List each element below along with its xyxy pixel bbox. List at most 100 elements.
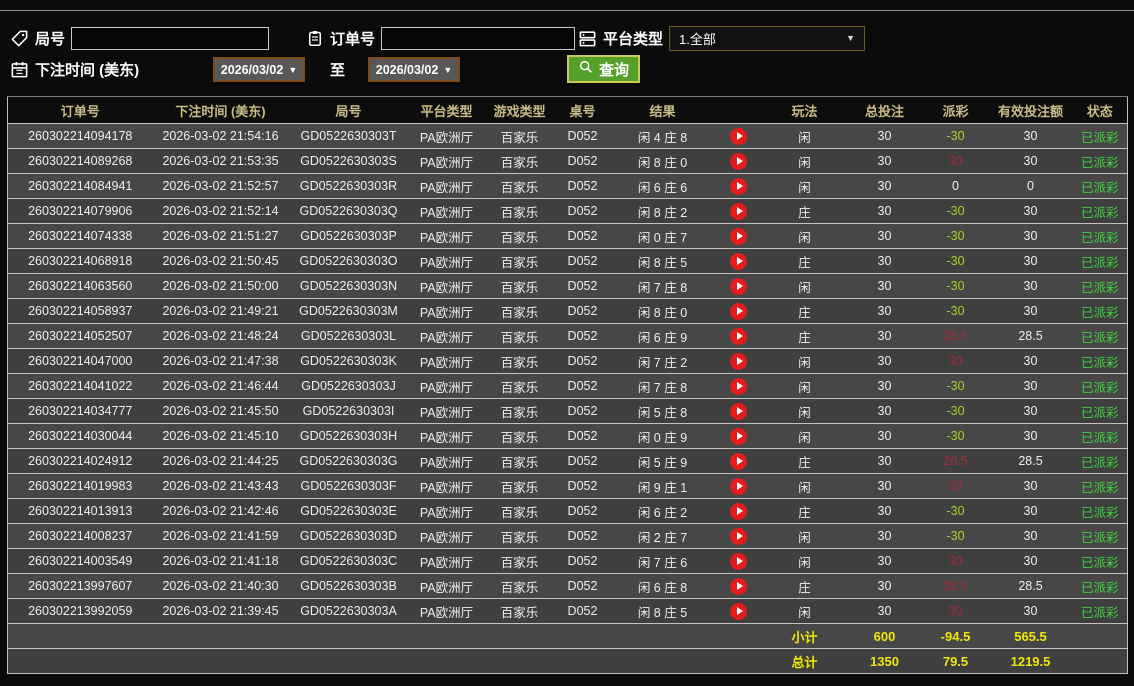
round-no-label: 局号 [35, 30, 66, 48]
col-platform-type: 平台类型 [408, 96, 485, 124]
col-replay [714, 96, 763, 124]
replay-icon[interactable] [730, 377, 747, 395]
result-cell: 闲 2 庄 7 [610, 523, 715, 549]
status-cell: 已派彩 [1072, 273, 1128, 299]
result-cell: 闲 5 庄 9 [610, 448, 715, 474]
valid-bet-cell: 30 [988, 523, 1073, 549]
replay-icon[interactable] [730, 302, 747, 320]
valid-bet-cell: 30 [988, 223, 1073, 249]
order-no-filter: 订单号 [306, 25, 576, 51]
round-cell: GD0522630303I [288, 398, 409, 424]
total-bet-cell: 30 [846, 248, 923, 274]
replay-icon[interactable] [730, 477, 747, 495]
time-cell: 2026-03-02 21:45:10 [152, 423, 289, 449]
status-cell: 已派彩 [1072, 148, 1128, 174]
order-cell: 260302214019983 [7, 473, 153, 499]
order-no-input[interactable] [381, 26, 576, 50]
table-no-cell: D052 [554, 448, 611, 474]
date-to-picker[interactable]: 2026/03/02 ▼ [368, 57, 460, 82]
table-no-cell: D052 [554, 498, 611, 524]
replay-icon[interactable] [730, 127, 747, 145]
round-cell: GD0522630303C [288, 548, 409, 574]
table-row: 260302214013913 2026-03-02 21:42:46 GD0522… [7, 498, 1128, 524]
table-row: 260302214030044 2026-03-02 21:45:10 GD0522… [7, 423, 1128, 449]
replay-cell [714, 298, 763, 324]
replay-icon[interactable] [730, 577, 747, 595]
total-bet-cell: 1350 [846, 648, 923, 674]
order-cell: 260302214089268 [7, 148, 153, 174]
game-cell: 百家乐 [484, 273, 555, 299]
payout-cell: 30 [922, 473, 989, 499]
replay-icon[interactable] [730, 352, 747, 370]
payout-cell: -30 [922, 423, 989, 449]
replay-cell [714, 248, 763, 274]
query-button[interactable]: 查询 [567, 55, 641, 83]
table-no-cell: D052 [554, 173, 611, 199]
platform-cell: PA欧洲厅 [408, 573, 485, 599]
game-cell: 百家乐 [484, 323, 555, 349]
round-no-input[interactable] [71, 26, 270, 50]
replay-cell [714, 148, 763, 174]
date-from-value: 2026/03/02 [220, 62, 284, 77]
replay-icon[interactable] [730, 152, 747, 170]
top-divider [0, 10, 1134, 11]
replay-icon[interactable] [730, 327, 747, 345]
valid-bet-cell: 30 [988, 598, 1073, 624]
valid-bet-cell: 30 [988, 473, 1073, 499]
replay-icon[interactable] [730, 452, 747, 470]
replay-icon[interactable] [730, 227, 747, 245]
platform-select[interactable]: 1.全部 ▼ [669, 25, 866, 51]
total-bet-cell: 30 [846, 173, 923, 199]
round-cell: GD0522630303H [288, 423, 409, 449]
replay-icon[interactable] [730, 277, 747, 295]
total-bet-cell: 30 [846, 298, 923, 324]
replay-icon[interactable] [730, 502, 747, 520]
status-cell: 已派彩 [1072, 523, 1128, 549]
play-cell: 闲 [762, 348, 847, 374]
valid-bet-cell: 30 [988, 423, 1073, 449]
table-header: 订单号 下注时间 (美东) 局号 平台类型 游戏类型 桌号 结果 玩法 总投注 … [7, 96, 1128, 124]
play-triangle-icon [736, 232, 743, 240]
replay-icon[interactable] [730, 427, 747, 445]
payout-cell: -30 [922, 223, 989, 249]
table-no-cell: D052 [554, 473, 611, 499]
valid-bet-cell: 28.5 [988, 573, 1073, 599]
total-bet-cell: 30 [846, 373, 923, 399]
status-cell: 已派彩 [1072, 498, 1128, 524]
replay-icon[interactable] [730, 202, 747, 220]
play-cell: 庄 [762, 323, 847, 349]
platform-filter: 平台类型 1.全部 ▼ [578, 25, 866, 51]
game-cell: 百家乐 [484, 123, 555, 149]
platform-cell: PA欧洲厅 [408, 248, 485, 274]
replay-cell [714, 273, 763, 299]
col-valid-bet: 有效投注额 [988, 96, 1073, 124]
total-bet-cell: 30 [846, 548, 923, 574]
play-cell: 闲 [762, 598, 847, 624]
order-cell: 260302214063560 [7, 273, 153, 299]
replay-icon[interactable] [730, 527, 747, 545]
replay-icon[interactable] [730, 177, 747, 195]
game-cell: 百家乐 [484, 373, 555, 399]
replay-icon[interactable] [730, 602, 747, 620]
replay-icon[interactable] [730, 252, 747, 270]
chevron-down-icon: ▼ [846, 33, 856, 43]
table-no-cell: D052 [554, 423, 611, 449]
replay-icon[interactable] [730, 552, 747, 570]
table-no-cell: D052 [554, 373, 611, 399]
chevron-down-icon: ▼ [443, 64, 453, 75]
play-triangle-icon [736, 582, 743, 590]
table-no-cell: D052 [554, 323, 611, 349]
replay-icon[interactable] [730, 402, 747, 420]
round-cell: GD0522630303K [288, 348, 409, 374]
result-cell: 闲 7 庄 6 [610, 548, 715, 574]
valid-bet-cell: 30 [988, 373, 1073, 399]
time-cell: 2026-03-02 21:47:38 [152, 348, 289, 374]
total-bet-cell: 30 [846, 523, 923, 549]
result-cell: 闲 6 庄 9 [610, 323, 715, 349]
replay-cell [714, 473, 763, 499]
total-bet-cell: 30 [846, 223, 923, 249]
tag-icon [10, 29, 29, 48]
sum-label-cell: 总计 [762, 648, 847, 674]
replay-cell [714, 123, 763, 149]
date-from-picker[interactable]: 2026/03/02 ▼ [213, 57, 305, 82]
